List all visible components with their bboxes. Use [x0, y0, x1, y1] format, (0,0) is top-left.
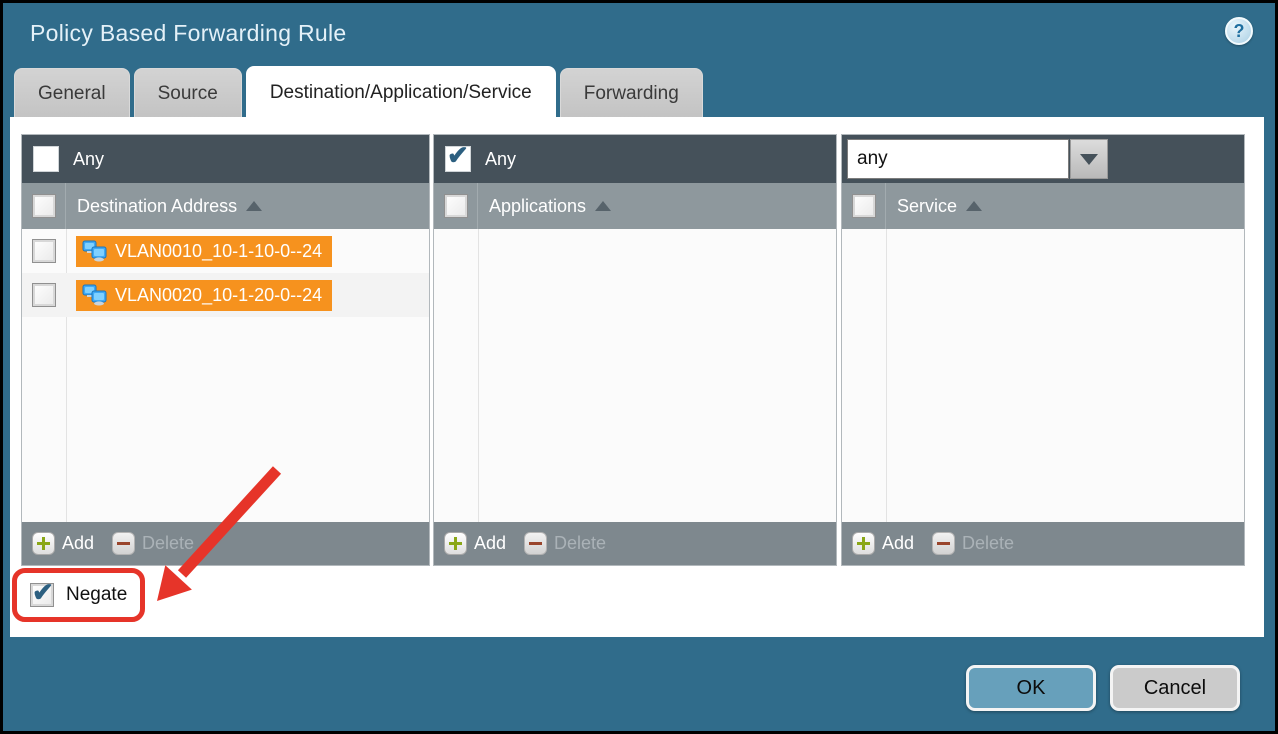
destination-address-list: VLAN0010_10-1-10-0--24 — [22, 229, 429, 522]
tab-content-panel: Any Destination Address — [10, 117, 1264, 637]
network-computers-icon — [82, 240, 108, 262]
sort-ascending-icon — [246, 201, 262, 211]
address-object[interactable]: VLAN0010_10-1-10-0--24 — [76, 236, 332, 267]
sort-ascending-icon — [966, 201, 982, 211]
service-select-all-checkbox[interactable] — [852, 194, 876, 218]
dialog-title-bar: Policy Based Forwarding Rule ? — [3, 3, 1275, 65]
service-type-value: any — [847, 139, 1069, 179]
service-header-row: Service — [842, 183, 1244, 229]
add-button[interactable]: Add — [852, 532, 914, 555]
service-footer-bar: Add Delete — [842, 522, 1244, 565]
applications-any-checkbox[interactable] — [445, 146, 471, 172]
tab-bar: General Source Destination/Application/S… — [14, 67, 703, 118]
delete-icon — [112, 532, 135, 555]
add-button[interactable]: Add — [32, 532, 94, 555]
address-object-name: VLAN0020_10-1-20-0--24 — [115, 285, 322, 306]
address-object-name: VLAN0010_10-1-10-0--24 — [115, 241, 322, 262]
destination-any-label: Any — [73, 149, 104, 170]
applications-header-row: Applications — [434, 183, 836, 229]
destination-select-all-checkbox[interactable] — [32, 194, 56, 218]
row-checkbox[interactable] — [32, 239, 56, 263]
service-type-dropdown[interactable]: any — [847, 139, 1108, 179]
destination-address-panel: Any Destination Address — [21, 134, 430, 566]
table-row: VLAN0020_10-1-20-0--24 — [22, 273, 429, 317]
add-icon — [32, 532, 55, 555]
delete-button[interactable]: Delete — [524, 532, 606, 555]
network-computers-icon — [82, 284, 108, 306]
sort-ascending-icon — [595, 201, 611, 211]
destination-address-header-row: Destination Address — [22, 183, 429, 229]
applications-column-header[interactable]: Applications — [489, 196, 611, 217]
destination-address-column-header[interactable]: Destination Address — [77, 196, 262, 217]
tab-source[interactable]: Source — [134, 68, 242, 118]
dropdown-button[interactable] — [1070, 139, 1108, 179]
tab-forwarding[interactable]: Forwarding — [560, 68, 703, 118]
delete-button[interactable]: Delete — [112, 532, 194, 555]
service-column-header[interactable]: Service — [897, 196, 982, 217]
pbf-rule-dialog: Policy Based Forwarding Rule ? General S… — [0, 0, 1278, 734]
delete-icon — [524, 532, 547, 555]
address-object[interactable]: VLAN0020_10-1-20-0--24 — [76, 280, 332, 311]
applications-footer-bar: Add Delete — [434, 522, 836, 565]
destination-any-bar: Any — [22, 135, 429, 183]
service-dropdown-bar: any — [842, 135, 1244, 183]
add-icon — [444, 532, 467, 555]
delete-icon — [932, 532, 955, 555]
delete-button[interactable]: Delete — [932, 532, 1014, 555]
applications-select-all-checkbox[interactable] — [444, 194, 468, 218]
tab-general[interactable]: General — [14, 68, 130, 118]
negate-label: Negate — [66, 584, 127, 606]
chevron-down-icon — [1080, 154, 1098, 165]
service-panel: any Service Add — [841, 134, 1245, 566]
tab-destination-application-service[interactable]: Destination/Application/Service — [246, 66, 556, 118]
add-icon — [852, 532, 875, 555]
applications-list — [434, 229, 836, 522]
table-row: VLAN0010_10-1-10-0--24 — [22, 229, 429, 273]
help-icon[interactable]: ? — [1225, 17, 1253, 45]
add-button[interactable]: Add — [444, 532, 506, 555]
service-list — [842, 229, 1244, 522]
applications-any-label: Any — [485, 149, 516, 170]
row-checkbox[interactable] — [32, 283, 56, 307]
negate-highlight-box: Negate — [12, 568, 145, 622]
dialog-title: Policy Based Forwarding Rule — [30, 20, 347, 47]
ok-button[interactable]: OK — [966, 665, 1096, 711]
applications-panel: Any Applications Add Delete — [433, 134, 837, 566]
destination-any-checkbox[interactable] — [33, 146, 59, 172]
negate-checkbox[interactable] — [30, 583, 54, 607]
destination-footer-bar: Add Delete — [22, 522, 429, 565]
applications-any-bar: Any — [434, 135, 836, 183]
cancel-button[interactable]: Cancel — [1110, 665, 1240, 711]
